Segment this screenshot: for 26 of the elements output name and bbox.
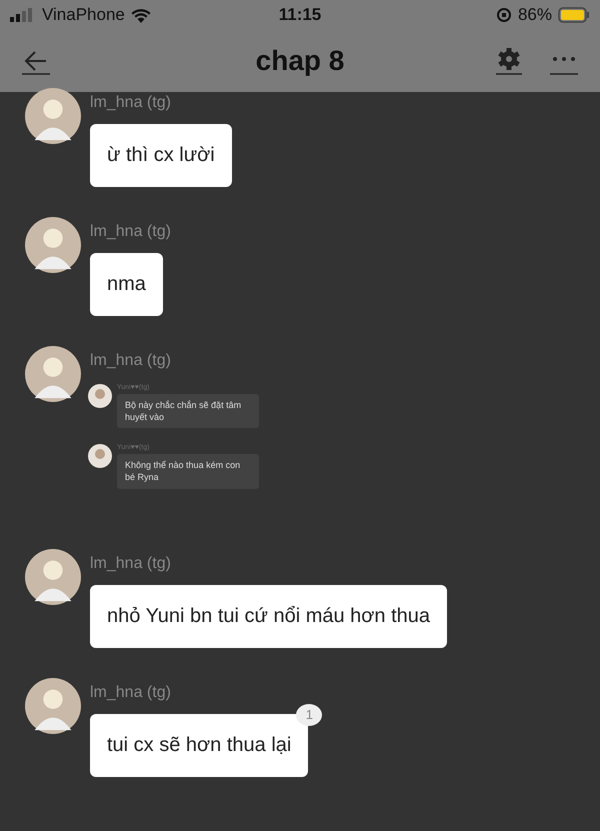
message-bubble: Bộ này chắc chắn sẽ đặt tâm huyết vào bbox=[117, 394, 259, 428]
reaction-count: 1 bbox=[296, 704, 322, 726]
message-bubble: nhỏ Yuni bn tui cứ nổi máu hơn thua bbox=[90, 584, 448, 648]
rotation-lock-icon bbox=[496, 7, 512, 23]
chapter-title: chap 8 bbox=[254, 45, 346, 77]
author-name: lm_hna (tg) bbox=[90, 94, 171, 112]
author-name: lm_hna (tg) bbox=[90, 684, 171, 702]
avatar bbox=[25, 548, 81, 605]
author-name: lm_hna (tg) bbox=[90, 223, 171, 241]
battery-icon bbox=[558, 7, 590, 23]
avatar bbox=[88, 444, 112, 468]
author-name: lm_hna (tg) bbox=[90, 554, 171, 573]
avatar bbox=[25, 217, 81, 273]
avatar bbox=[88, 384, 112, 408]
wifi-icon bbox=[130, 8, 151, 22]
message-bubble: nma bbox=[90, 253, 163, 316]
clock-time: 11:15 bbox=[278, 5, 322, 25]
message-bubble: ừ thì cx lười bbox=[90, 124, 232, 187]
message-bubble: Không thể nào thua kém con bé Ryna bbox=[117, 454, 259, 489]
author-name: lm_hna (tg) bbox=[90, 352, 171, 370]
avatar bbox=[25, 346, 81, 402]
battery-percent: 86% bbox=[518, 5, 552, 25]
avatar bbox=[25, 678, 81, 734]
avatar bbox=[25, 88, 81, 144]
settings-button[interactable] bbox=[496, 47, 522, 75]
carrier-name: VinaPhone bbox=[42, 5, 125, 25]
